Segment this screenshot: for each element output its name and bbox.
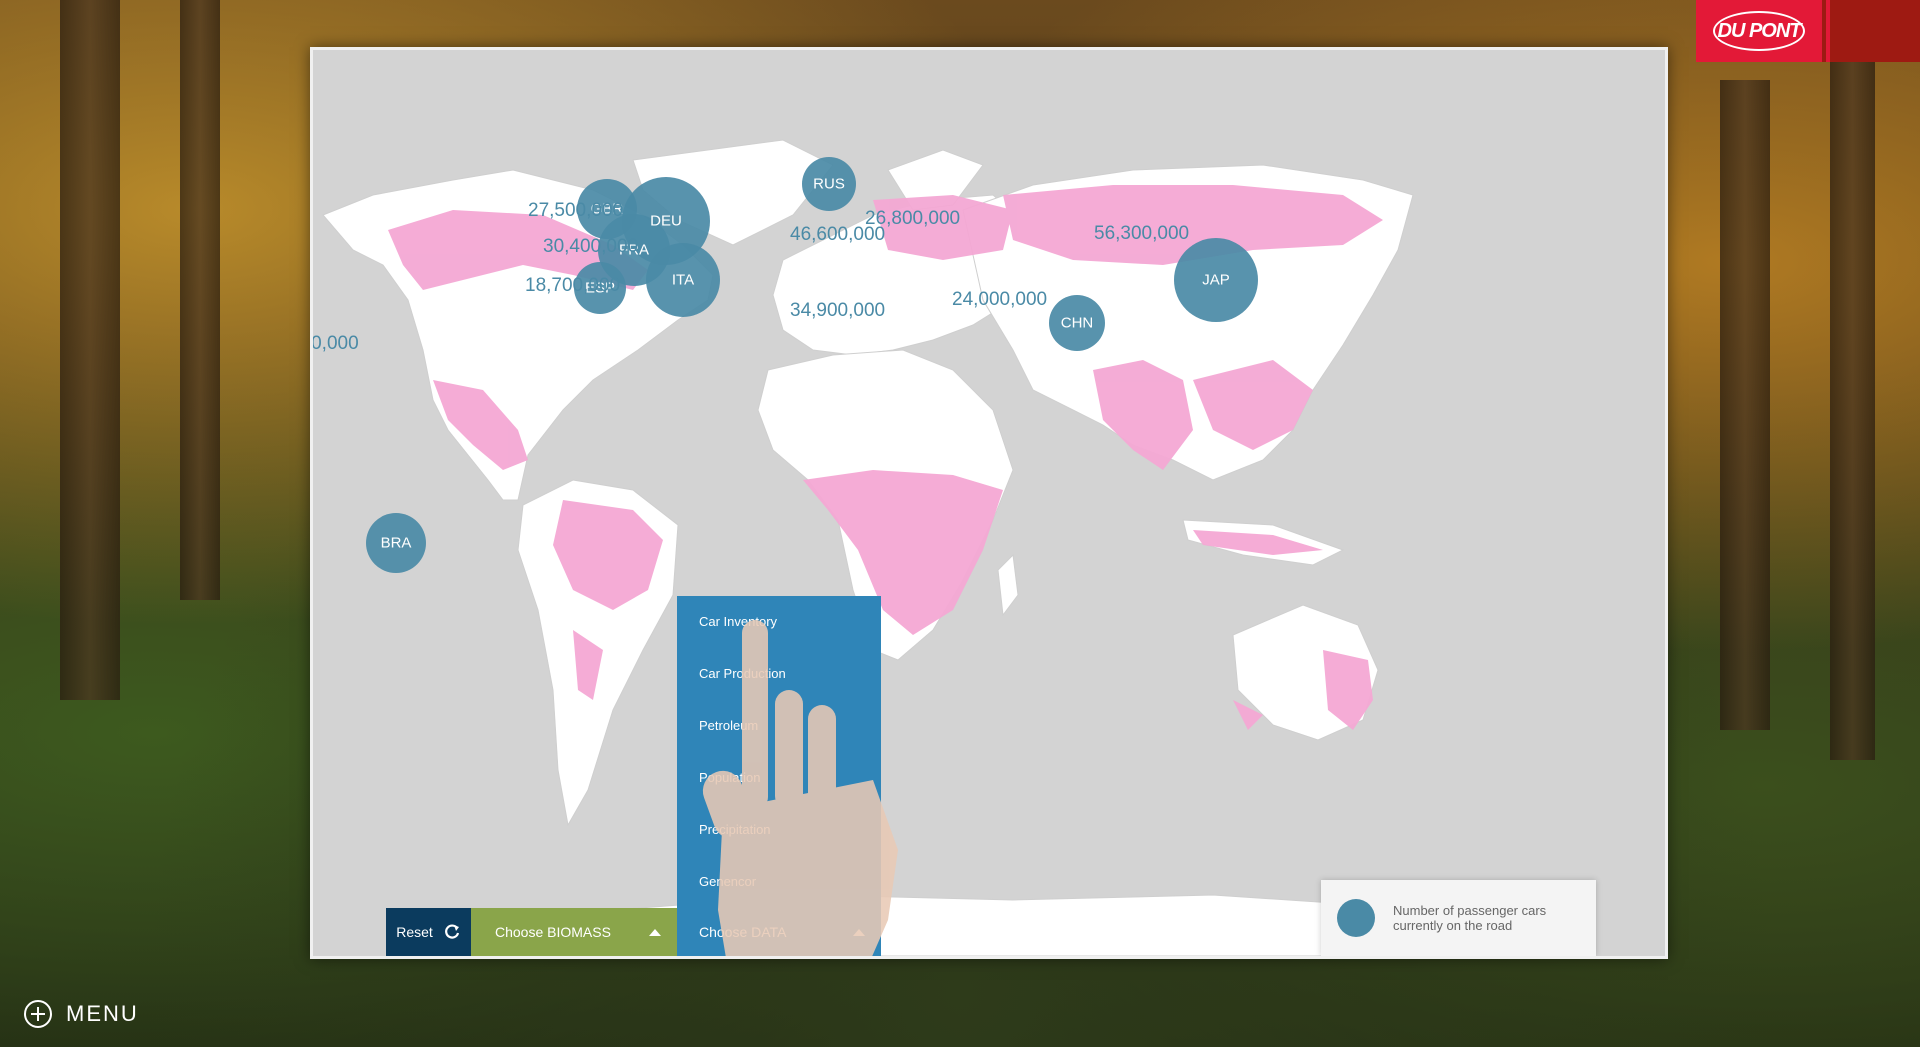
menu-label: MENU [66, 1001, 139, 1026]
choose-data-button[interactable]: Choose DATA [677, 908, 881, 956]
dupont-logo: DU PONT [1696, 0, 1822, 62]
brand-bar [1822, 0, 1920, 62]
dropdown-item-genencor[interactable]: Genencor [677, 856, 881, 908]
choose-biomass-button[interactable]: Choose BIOMASS [471, 908, 677, 956]
map-panel: USAGBRDEUFRAESPITARUSJAPCHNBRA 135,900,0… [310, 47, 1668, 959]
bubble-jap[interactable] [1174, 238, 1258, 322]
tree-trunk [1720, 80, 1770, 730]
plus-circle-icon [24, 1000, 52, 1028]
bubble-value-esp: 18,700,000 [525, 275, 621, 296]
reset-button[interactable]: Reset [386, 908, 471, 956]
triangle-up-icon [853, 928, 865, 936]
bubble-value-jap: 56,300,000 [1094, 223, 1190, 244]
world-map [322, 139, 1414, 956]
data-label: Choose DATA [699, 924, 787, 940]
bubble-value-usa: 135,900,000 [311, 333, 359, 354]
map-legend: Number of passenger cars currently on th… [1321, 880, 1596, 956]
dropdown-item-petroleum[interactable]: Petroleum [677, 700, 881, 752]
logo-text: DU PONT [1713, 11, 1805, 51]
dropdown-item-car-inventory[interactable]: Car Inventory [677, 596, 881, 648]
bubble-value-fra: 30,400,000 [543, 236, 639, 257]
dropdown-item-population[interactable]: Population [677, 752, 881, 804]
data-dropdown-menu[interactable]: Car Inventory Car Production Petroleum P… [677, 596, 881, 908]
bubble-value-chn: 24,000,000 [952, 289, 1048, 310]
dropdown-item-precipitation[interactable]: Precipitation [677, 804, 881, 856]
bubble-value-rus: 26,800,000 [865, 208, 961, 229]
reset-label: Reset [396, 924, 433, 940]
brand-stripe [1826, 0, 1830, 62]
bubble-ita[interactable] [646, 243, 720, 317]
biomass-label: Choose BIOMASS [495, 924, 611, 940]
legend-text: Number of passenger cars currently on th… [1393, 903, 1547, 933]
triangle-up-icon [649, 928, 661, 936]
bubble-chn[interactable] [1049, 295, 1105, 351]
refresh-icon [444, 924, 459, 939]
dropdown-item-car-production[interactable]: Car Production [677, 648, 881, 700]
tree-trunk [1830, 60, 1875, 760]
tree-trunk [180, 0, 220, 600]
tree-trunk [60, 0, 120, 700]
map-toolbar: Reset Choose BIOMASS Choose DATA [386, 908, 881, 956]
bubble-rus[interactable] [802, 157, 856, 211]
land-madagascar [997, 553, 1019, 617]
menu-button[interactable]: MENU [24, 1000, 139, 1028]
bubble-value-gbr: 27,500,000 [528, 200, 624, 221]
legend-bubble-icon [1337, 899, 1375, 937]
bubble-bra[interactable] [366, 513, 426, 573]
bubble-value-ita: 34,900,000 [790, 300, 886, 321]
